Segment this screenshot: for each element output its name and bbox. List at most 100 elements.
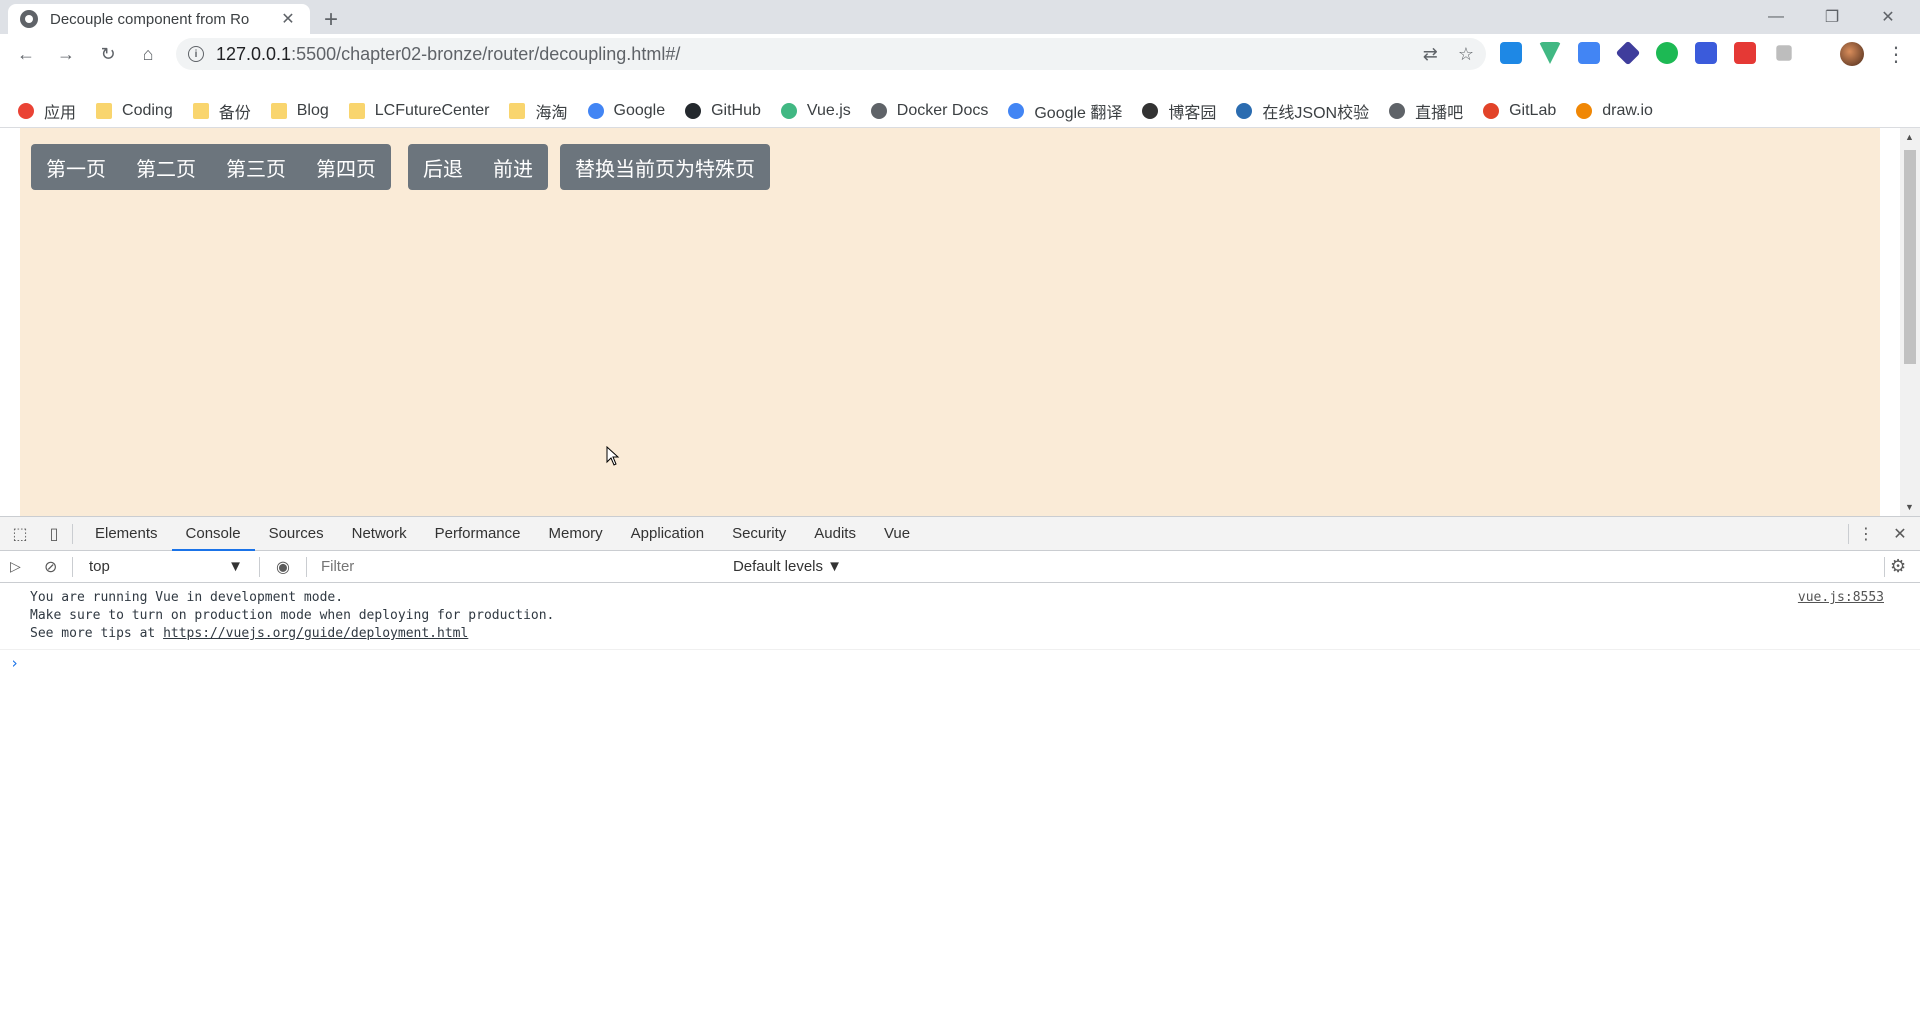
- replace-special-button[interactable]: 替换当前页为特殊页: [560, 153, 770, 182]
- console-settings-icon[interactable]: ⚙: [1890, 556, 1906, 577]
- extension-cube-icon[interactable]: [1615, 40, 1641, 66]
- bookmarks-bar: 应用 Coding 备份 Blog LCFutureCenter 海淘 Google GitH…: [0, 94, 1920, 128]
- bookmark-item[interactable]: GitLab: [1483, 102, 1556, 120]
- tab-security[interactable]: Security: [718, 517, 800, 551]
- bookmark-label: Docker Docs: [896, 101, 989, 119]
- site-info-icon[interactable]: i: [188, 46, 204, 62]
- bookmark-item[interactable]: Blog: [270, 102, 329, 120]
- history-group: 后退 前进: [408, 144, 548, 190]
- globe-icon: [870, 102, 887, 119]
- forward-button[interactable]: 前进: [478, 153, 548, 182]
- console-toolbar: ▷ ⊘ top ▼ ◉ Default levels ▼ ⚙: [0, 551, 1920, 583]
- code-icon: [1236, 102, 1253, 119]
- browser-tab[interactable]: Decouple component from Ro ✕: [8, 4, 310, 34]
- tab-console[interactable]: Console: [171, 517, 255, 551]
- vue-devtools-icon[interactable]: [1539, 42, 1561, 64]
- inspect-element-icon[interactable]: ⬚: [10, 524, 30, 544]
- bookmark-item[interactable]: Google: [587, 101, 666, 120]
- profile-avatar[interactable]: [1840, 42, 1864, 66]
- reload-icon[interactable]: ↻: [96, 42, 120, 66]
- tab-vue[interactable]: Vue: [870, 517, 924, 551]
- devtools-menu-icon[interactable]: ⋮: [1856, 524, 1876, 544]
- console-prompt[interactable]: ›: [0, 650, 1920, 676]
- bookmark-item[interactable]: 博客园: [1142, 99, 1216, 123]
- bookmark-label: Google 翻译: [1034, 104, 1123, 122]
- bookmark-item[interactable]: Google 翻译: [1008, 99, 1122, 123]
- chevron-down-icon: ▼: [228, 558, 243, 575]
- page-scrollbar[interactable]: ▲ ▼: [1900, 128, 1920, 516]
- page-three-button[interactable]: 第三页: [211, 153, 301, 182]
- deployment-link[interactable]: https://vuejs.org/guide/deployment.html: [163, 626, 468, 641]
- chrome-menu-icon[interactable]: ⋮: [1886, 42, 1906, 67]
- default-levels-dropdown[interactable]: Default levels ▼: [733, 558, 842, 575]
- bookmark-label: LCFutureCenter: [374, 101, 490, 119]
- page-content: 第一页 第二页 第三页 第四页 后退 前进 替换当前页为特殊页: [20, 128, 1880, 516]
- tab-elements[interactable]: Elements: [81, 517, 172, 551]
- tab-network[interactable]: Network: [338, 517, 421, 551]
- devtools-close-icon[interactable]: ✕: [1890, 524, 1910, 544]
- clear-console-icon[interactable]: ⊘: [44, 557, 64, 577]
- sidebar-toggle-icon[interactable]: ▷: [10, 558, 30, 575]
- bookmark-star-icon[interactable]: ☆: [1458, 44, 1474, 65]
- restore-button[interactable]: ❐: [1804, 0, 1860, 34]
- bookmark-item[interactable]: GitHub: [685, 102, 761, 120]
- close-window-button[interactable]: ✕: [1860, 0, 1916, 34]
- extension-s-icon[interactable]: [1500, 42, 1522, 64]
- translate-icon[interactable]: ⇄: [1423, 44, 1438, 65]
- back-button[interactable]: 后退: [408, 153, 478, 182]
- scroll-down-icon[interactable]: ▼: [1905, 502, 1914, 512]
- home-icon[interactable]: ⌂: [136, 42, 160, 66]
- bookmark-item[interactable]: 应用: [18, 99, 76, 123]
- extension-tree-icon[interactable]: [1776, 45, 1792, 61]
- bookmark-item[interactable]: draw.io: [1576, 102, 1653, 120]
- bookmark-item[interactable]: 备份: [192, 99, 251, 123]
- eye-icon[interactable]: ◉: [276, 557, 290, 577]
- bookmark-item[interactable]: Coding: [96, 102, 173, 120]
- tab-performance[interactable]: Performance: [421, 517, 535, 551]
- bookmark-item[interactable]: Vue.js: [780, 102, 851, 120]
- scroll-up-icon[interactable]: ▲: [1905, 132, 1914, 142]
- tab-sources[interactable]: Sources: [255, 517, 338, 551]
- minimize-button[interactable]: —: [1748, 0, 1804, 34]
- divider: [1848, 523, 1849, 544]
- bookmark-label: 海淘: [535, 104, 568, 122]
- extension-green-icon[interactable]: [1656, 42, 1678, 64]
- page-viewport: 第一页 第二页 第三页 第四页 后退 前进 替换当前页为特殊页 ▲ ▼: [0, 128, 1920, 516]
- bookmark-item[interactable]: 在线JSON校验: [1236, 99, 1369, 123]
- bookmark-item[interactable]: LCFutureCenter: [348, 101, 490, 120]
- forward-icon[interactable]: →: [54, 42, 78, 66]
- url-text[interactable]: 127.0.0.1:5500/chapter02-bronze/router/d…: [216, 44, 680, 65]
- page-two-button[interactable]: 第二页: [121, 153, 211, 182]
- extension-p-icon[interactable]: [1695, 42, 1717, 64]
- bookmark-label: Coding: [122, 101, 173, 119]
- google-translate-ext-icon[interactable]: [1578, 42, 1600, 64]
- tab-close-icon[interactable]: ✕: [278, 9, 298, 29]
- page-one-button[interactable]: 第一页: [31, 153, 121, 182]
- back-icon[interactable]: ←: [14, 42, 38, 66]
- scroll-thumb[interactable]: [1904, 150, 1916, 364]
- globe-icon: [1389, 102, 1406, 119]
- bookmark-label: GitLab: [1509, 101, 1557, 119]
- browser-toolbar: ← → ↻ ⌂ i 127.0.0.1:5500/chapter02-bronz…: [0, 34, 1920, 74]
- tab-strip: Decouple component from Ro ✕ + — ❐ ✕: [0, 0, 1920, 34]
- bookmark-label: 应用: [44, 104, 77, 122]
- console-filter-input[interactable]: [314, 554, 725, 579]
- tab-memory[interactable]: Memory: [535, 517, 617, 551]
- address-bar[interactable]: i 127.0.0.1:5500/chapter02-bronze/router…: [176, 38, 1486, 70]
- bookmark-label: 博客园: [1168, 104, 1217, 122]
- bookmark-label: Google: [613, 101, 666, 119]
- device-toolbar-icon[interactable]: ▯: [44, 524, 64, 544]
- replace-group: 替换当前页为特殊页: [560, 144, 770, 190]
- new-tab-button[interactable]: +: [324, 6, 338, 34]
- extension-fe-icon[interactable]: [1734, 42, 1756, 64]
- source-link[interactable]: vue.js:8553: [1798, 589, 1884, 607]
- tab-audits[interactable]: Audits: [800, 517, 870, 551]
- gitlab-icon: [1483, 102, 1500, 119]
- cnblogs-icon: [1142, 102, 1159, 119]
- bookmark-item[interactable]: 海淘: [509, 99, 568, 123]
- page-four-button[interactable]: 第四页: [301, 153, 391, 182]
- context-select[interactable]: top ▼: [81, 558, 251, 575]
- bookmark-item[interactable]: Docker Docs: [870, 101, 989, 120]
- bookmark-item[interactable]: 直播吧: [1389, 99, 1463, 123]
- tab-application[interactable]: Application: [617, 517, 718, 551]
